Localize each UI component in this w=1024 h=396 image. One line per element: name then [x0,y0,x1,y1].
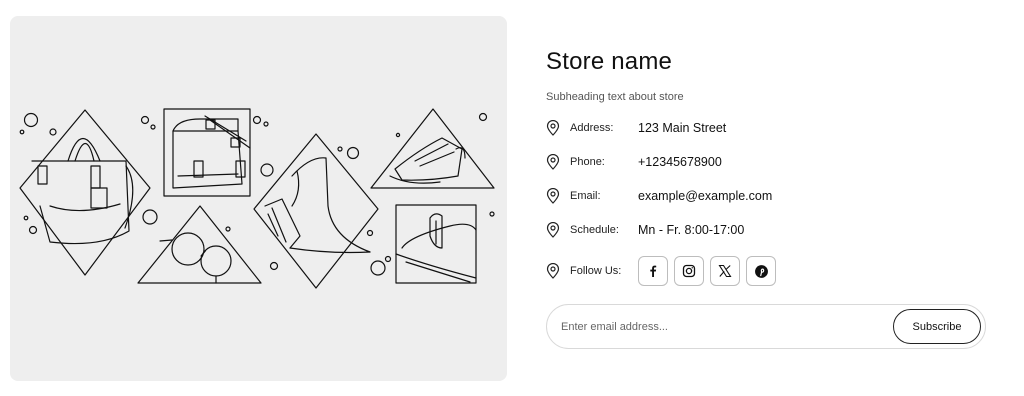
x-icon [718,264,732,278]
phone-value[interactable]: +12345678900 [638,155,722,169]
email-value[interactable]: example@example.com [638,189,772,203]
x-button[interactable] [710,256,740,286]
schedule-value: Mn - Fr. 8:00-17:00 [638,223,745,237]
address-label: Address: [570,122,614,134]
instagram-button[interactable] [674,256,704,286]
fashion-illustration [19,108,495,289]
location-pin-icon [546,120,560,136]
sneakers-tile [370,108,495,189]
pinterest-button[interactable] [746,256,776,286]
follow-label: Follow Us: [570,265,622,277]
location-pin-icon [546,154,560,170]
location-pin-icon [546,263,560,279]
facebook-icon [650,265,657,277]
location-pin-icon [546,222,560,238]
email-input[interactable] [561,317,881,337]
location-pin-icon [546,188,560,204]
satchel-tile [163,108,251,197]
email-label: Email: [570,190,601,202]
store-info-panel: Store name Subheading text about store A… [546,46,986,349]
address-row: Address: 123 Main Street [546,118,726,138]
facebook-button[interactable] [638,256,668,286]
phone-row: Phone: +12345678900 [546,152,722,172]
boot-tile [253,133,379,289]
phone-label: Phone: [570,156,605,168]
store-subheading: Subheading text about store [546,91,684,103]
store-title: Store name [546,48,673,75]
schedule-row: Schedule: Mn - Fr. 8:00-17:00 [546,220,744,240]
social-links [638,256,776,286]
subscribe-button[interactable]: Subscribe [893,309,981,344]
handbag-tile [19,109,151,276]
hat-tile [395,204,477,284]
pinterest-icon [754,264,768,278]
newsletter-form: Subscribe [546,304,986,349]
hero-illustration [10,16,507,381]
address-value: 123 Main Street [638,121,727,135]
follow-row: Follow Us: [546,256,776,286]
instagram-icon [682,264,696,278]
schedule-label: Schedule: [570,224,619,236]
email-row: Email: example@example.com [546,186,772,206]
